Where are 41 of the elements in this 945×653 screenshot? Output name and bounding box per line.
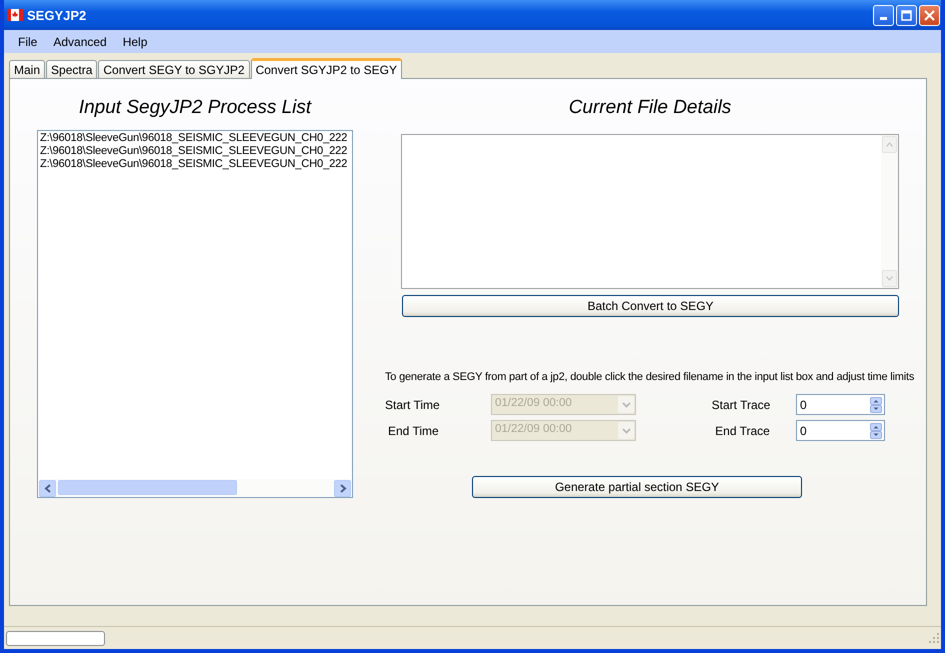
close-button[interactable]: [919, 4, 940, 26]
batch-convert-button[interactable]: Batch Convert to SEGY: [402, 295, 899, 317]
list-item[interactable]: Z:\96018\SleeveGun\96018_SEISMIC_SLEEVEGUN_CH0_222: [40, 132, 350, 145]
list-item[interactable]: Z:\96018\SleeveGun\96018_SEISMIC_SLEEVEGUN_CH0_222: [40, 158, 350, 171]
details-textbox[interactable]: [401, 134, 899, 289]
list-item[interactable]: Z:\96018\SleeveGun\96018_SEISMIC_SLEEVEGUN_CH0_222: [40, 145, 350, 158]
spin-arrows-icon: [870, 422, 882, 438]
instructions-text: To generate a SEGY from part of a jp2, double click the desired filename in the input list box and adjust time limits: [385, 370, 914, 384]
minimize-icon: [880, 17, 887, 20]
scroll-left-button[interactable]: [39, 480, 56, 497]
close-icon: [924, 10, 935, 20]
vertical-scrollbar[interactable]: [881, 135, 898, 288]
scroll-right-button[interactable]: [334, 480, 351, 497]
resize-grip-icon: [929, 633, 939, 643]
minimize-button[interactable]: [873, 4, 894, 26]
trace-spinner[interactable]: 0: [796, 394, 885, 415]
details-heading: Current File Details: [568, 96, 732, 120]
scrollbar-thumb[interactable]: [58, 480, 237, 495]
maximize-icon: [901, 10, 912, 20]
menu-item[interactable]: Advanced: [45, 34, 115, 48]
tab[interactable]: Main: [9, 60, 46, 78]
scroll-up-button[interactable]: [882, 136, 897, 153]
flag-icon: [7, 9, 23, 21]
horizontal-scrollbar[interactable]: [39, 479, 351, 496]
maximize-button[interactable]: [896, 4, 917, 26]
list-heading: Input SegyJP2 Process List: [78, 96, 313, 120]
trace-spinner[interactable]: 0: [796, 420, 885, 441]
spin-arrows-icon: [870, 396, 882, 412]
time-label: Start Time: [385, 398, 441, 412]
tab[interactable]: Convert SEGY to SGYJP2: [98, 60, 250, 78]
scroll-down-button[interactable]: [882, 270, 897, 287]
tab[interactable]: Spectra: [46, 60, 98, 78]
time-label: End Time: [387, 424, 440, 438]
file-list[interactable]: Z:\96018\SleeveGun\96018_SEISMIC_SLEEVEGUN_CH0_222 Z:\96018\SleeveGun\96018_SEISMIC_SLEEVEGUN_CH0_222 Z:\96018\SleeveGun\96018_SEISMIC_SLEEVEGUN_CH0_222: [37, 130, 353, 498]
generate-segy-button[interactable]: Generate partial section SEGY: [472, 476, 802, 498]
window-title: SEGYJP2: [27, 8, 86, 22]
trace-label: End Trace: [714, 424, 770, 438]
tab[interactable]: Convert SGYJP2 to SEGY: [250, 58, 402, 79]
trace-label: Start Trace: [712, 398, 770, 412]
menu-item[interactable]: Help: [114, 34, 156, 48]
menu-item[interactable]: File: [10, 34, 46, 48]
